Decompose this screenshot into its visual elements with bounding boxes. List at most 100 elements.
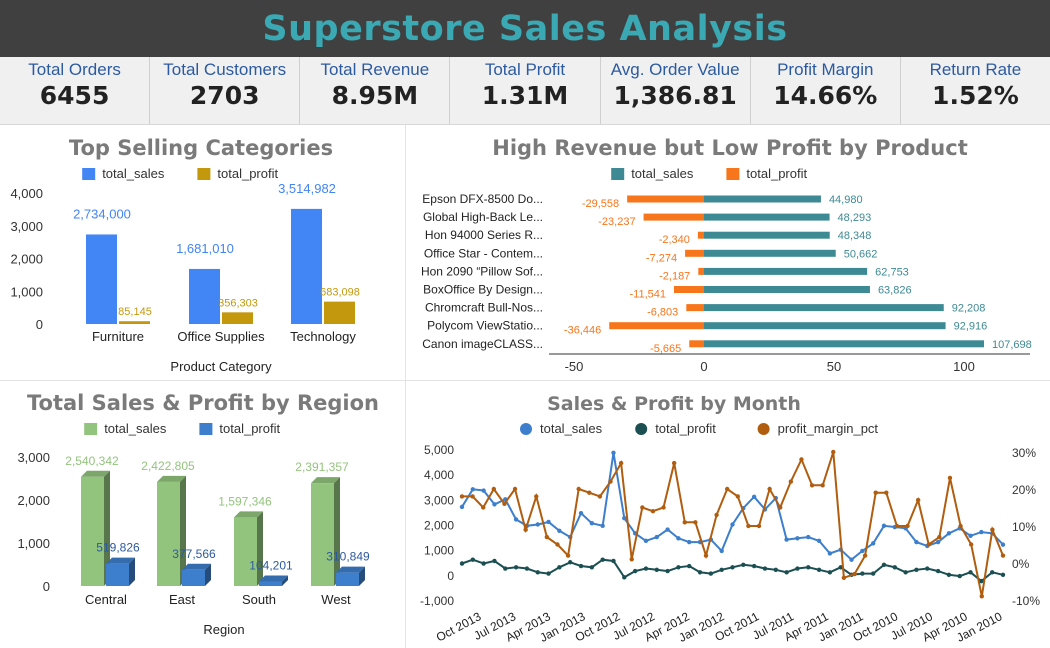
kpi-value: 1.52% — [932, 81, 1019, 110]
point-total_profit — [935, 568, 941, 574]
bar-total-sales — [704, 286, 870, 293]
point-profit_margin_pct — [756, 523, 762, 529]
series-line-total_sales — [461, 452, 1004, 562]
point-profit_margin_pct — [576, 486, 581, 492]
point-total_sales — [784, 537, 789, 542]
x-tick-label: Technology — [290, 329, 356, 344]
point-profit_margin_pct — [852, 571, 857, 577]
point-profit_margin_pct — [703, 553, 709, 558]
point-total_sales — [806, 534, 811, 540]
point-profit_margin_pct — [958, 523, 963, 529]
point-total_profit — [881, 562, 887, 567]
point-profit_margin_pct — [926, 542, 931, 547]
y-tick-label: 2,000 — [17, 493, 50, 508]
point-total_sales — [611, 450, 616, 455]
y-tick-label: 4,000 — [10, 186, 43, 201]
x-tick-label: 0 — [700, 359, 707, 374]
point-profit_margin_pct — [618, 460, 624, 466]
x-tick-label: South — [242, 592, 276, 607]
region-chart: Total Sales & Profit by Region total_sale… — [17, 391, 379, 637]
point-profit_margin_pct — [534, 494, 539, 499]
point-total_sales — [535, 522, 540, 527]
data-label-profit: 104,201 — [249, 559, 293, 573]
point-profit_margin_pct — [990, 527, 995, 532]
bar-total-profit — [689, 340, 704, 348]
legend-label: total_profit — [655, 421, 716, 436]
bar-total-sales — [291, 208, 322, 324]
point-total_sales — [459, 504, 465, 510]
point-total_sales — [687, 539, 692, 545]
kpi-row: Total Orders 6455 Total Customers 2703 T… — [0, 57, 1050, 125]
data-label-sales: 48,348 — [838, 230, 872, 242]
point-profit_margin_pct — [968, 542, 974, 547]
legend-label: total_sales — [102, 166, 165, 181]
data-label-profit: 85,145 — [118, 306, 152, 318]
bar-total-profit — [336, 572, 359, 586]
point-total_sales — [881, 523, 887, 528]
point-profit_margin_pct — [682, 520, 687, 525]
bar-total-profit — [106, 563, 129, 586]
point-profit_margin_pct — [778, 505, 783, 510]
legend-label: total_profit — [219, 421, 280, 436]
legend-label: total_sales — [540, 421, 603, 436]
data-label-sales: 92,208 — [952, 303, 986, 315]
y-tick-label: 2,000 — [10, 252, 43, 267]
bar-total-sales — [704, 231, 830, 239]
chart-title: Sales & Profit by Month — [547, 393, 801, 415]
point-profit_margin_pct — [629, 557, 634, 562]
point-total_sales — [578, 510, 584, 516]
bar-total-profit — [697, 231, 704, 239]
point-profit_margin_pct — [884, 490, 889, 495]
y-tick-label: 0 — [43, 579, 50, 594]
kpi-value: 8.95M — [331, 81, 419, 110]
bar-total-sales — [86, 234, 117, 324]
data-label-profit: -6,803 — [647, 307, 678, 319]
data-label-sales: 2,734,000 — [73, 206, 131, 221]
data-label-profit: 519,826 — [96, 541, 140, 555]
x-tick-label: Furniture — [92, 329, 144, 344]
data-label-profit: -2,340 — [659, 234, 690, 246]
bar-total-sales — [157, 481, 180, 586]
legend-swatch — [757, 423, 770, 435]
data-label-sales: 2,540,342 — [65, 454, 119, 468]
data-label-profit: -5,665 — [650, 343, 681, 355]
point-total_profit — [946, 572, 952, 578]
data-label-profit: 310,849 — [326, 550, 370, 564]
point-total_profit — [676, 565, 681, 570]
point-total_profit — [632, 568, 638, 574]
point-total_sales — [979, 529, 984, 535]
y-tick-label: Office Star - Contem... — [424, 246, 543, 260]
y-tick-label: 1,000 — [10, 284, 43, 299]
chart-title: Total Sales & Profit by Region — [27, 391, 379, 415]
kpi-total-customers: Total Customers 2703 — [149, 57, 299, 124]
point-total_sales — [492, 502, 497, 507]
bar-total-profit — [324, 301, 355, 324]
data-label-sales: 2,422,805 — [141, 459, 195, 473]
point-total_profit — [697, 570, 703, 575]
kpi-value: 1,386.81 — [613, 81, 737, 110]
legend-label: total_sales — [104, 421, 167, 436]
point-total_profit — [762, 566, 768, 571]
x-tick-label: East — [169, 592, 195, 607]
legend-swatch — [82, 168, 96, 180]
legend-swatch — [635, 423, 648, 435]
y-tick-label: 5,000 — [424, 443, 454, 457]
point-total_profit — [546, 571, 551, 576]
bar-total-sales — [704, 249, 836, 257]
kpi-label: Total Orders — [28, 60, 121, 79]
point-profit_margin_pct — [671, 460, 677, 466]
point-total_sales — [946, 531, 952, 536]
data-label-sales: 1,681,010 — [176, 241, 234, 256]
y-tick-label: 0 — [447, 569, 454, 583]
title-bar: Superstore Sales Analysis — [0, 0, 1050, 57]
bar-total-sales — [81, 476, 104, 586]
categories-chart: Top Selling Categories total_sales total_p… — [10, 136, 359, 374]
series-line-total_profit — [461, 558, 1004, 583]
point-total_profit — [719, 567, 724, 572]
bar-total-sales — [234, 517, 257, 586]
kpi-return-rate: Return Rate 1.52% — [899, 57, 1050, 124]
point-profit_margin_pct — [661, 505, 666, 510]
point-total_sales — [968, 533, 973, 539]
point-total_profit — [535, 570, 540, 575]
products-panel: High Revenue but Low Profit by Product to… — [406, 126, 1050, 380]
